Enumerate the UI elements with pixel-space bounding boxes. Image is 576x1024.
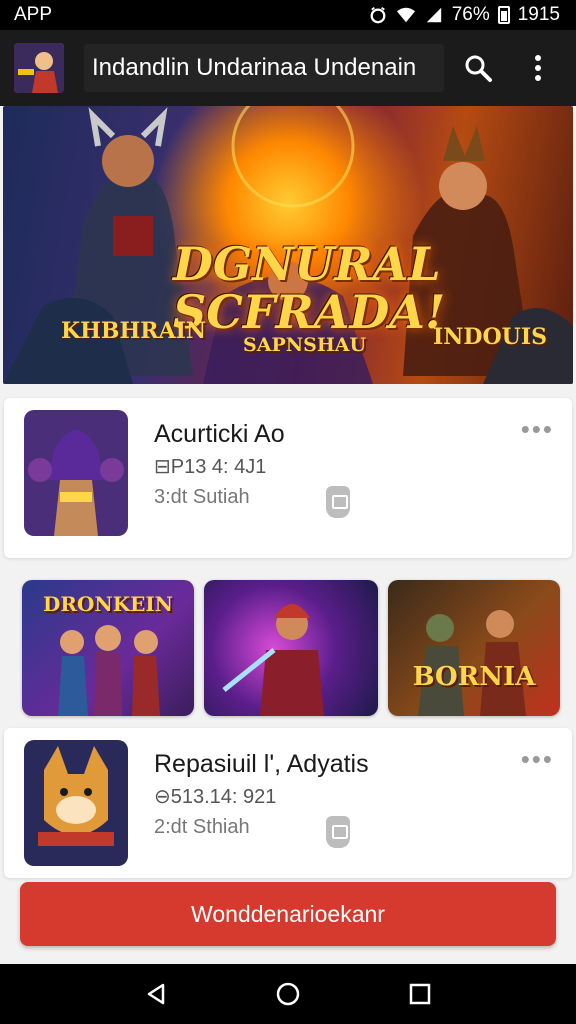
status-bar: APP 76% 1915: [0, 0, 576, 30]
status-app-label: APP: [14, 4, 53, 25]
app-logo-art-icon: [14, 43, 64, 93]
game-thumb-art: [418, 610, 526, 716]
hero-banner[interactable]: DGNURAL SCFRADA! KHBHRAIN SAPNSHAU INDOU…: [3, 106, 573, 384]
banner-center-label: SAPNSHAU: [243, 334, 367, 356]
back-icon: [147, 983, 165, 1005]
overflow-menu-button[interactable]: [512, 42, 564, 94]
game-card-title: Repasiuil l', Adyatis: [154, 750, 369, 778]
system-nav-bar: [0, 964, 576, 1024]
wifi-icon: [396, 7, 415, 23]
search-button[interactable]: [452, 42, 504, 94]
card-more-button[interactable]: •••: [521, 416, 554, 442]
game-thumb-label: BORNIA: [412, 662, 536, 692]
game-card-meta: ⊖513.14: 921: [154, 786, 277, 808]
card-more-button[interactable]: •••: [521, 746, 554, 772]
game-card-thumbnail: [24, 740, 128, 866]
status-time: 1915: [517, 4, 560, 25]
game-card-meta: ⊟P13 4: 4J1: [154, 456, 267, 478]
game-thumb-2[interactable]: [204, 580, 378, 716]
game-thumb-art: [222, 604, 324, 716]
banner-title-line1: DGNURAL: [173, 237, 441, 291]
app-title: Indandlin Undarinaa Undenain: [84, 44, 444, 92]
alarm-icon: [370, 7, 386, 24]
game-card-subtitle: 2:dt Sthiah: [154, 816, 250, 838]
lock-icon: [326, 486, 350, 518]
game-card-art: [24, 410, 128, 536]
back-button[interactable]: [132, 970, 180, 1018]
game-thumb-1[interactable]: DRONKEIN: [22, 580, 194, 716]
game-card-1[interactable]: Acurticki Ao ⊟P13 4: 4J1 3:dt Sutiah •••: [4, 398, 572, 558]
recents-button[interactable]: [396, 970, 444, 1018]
recents-icon: [409, 983, 431, 1005]
banner-title: DGNURAL SCFRADA!: [173, 237, 446, 340]
banner-left-label: KHBHRAIN: [61, 318, 207, 344]
status-icons: 76% 1915: [368, 4, 560, 26]
game-card-art: [24, 740, 128, 866]
signal-icon: [426, 7, 441, 23]
battery-icon: [497, 6, 510, 24]
game-card-thumbnail: [24, 410, 128, 536]
game-card-subtitle: 3:dt Sutiah: [154, 486, 250, 508]
more-vert-icon: [535, 55, 541, 81]
app-bar: Indandlin Undarinaa Undenain: [0, 30, 576, 106]
search-icon: [465, 55, 492, 82]
game-card-title: Acurticki Ao: [154, 420, 285, 448]
battery-percent: 76%: [451, 4, 490, 25]
game-card-2[interactable]: Repasiuil l', Adyatis ⊖513.14: 921 2:dt …: [4, 728, 572, 878]
home-icon: [276, 982, 300, 1006]
banner-title-line2: SCFRADA!: [173, 285, 446, 340]
home-button[interactable]: [264, 970, 312, 1018]
game-thumb-label: DRONKEIN: [43, 592, 173, 616]
primary-action-button[interactable]: Wonddenarioekanr: [20, 882, 556, 946]
lock-icon: [326, 816, 350, 848]
game-thumb-3[interactable]: BORNIA: [388, 580, 560, 716]
app-logo[interactable]: [14, 43, 64, 93]
banner-right-label: INDOUIS: [433, 324, 548, 350]
